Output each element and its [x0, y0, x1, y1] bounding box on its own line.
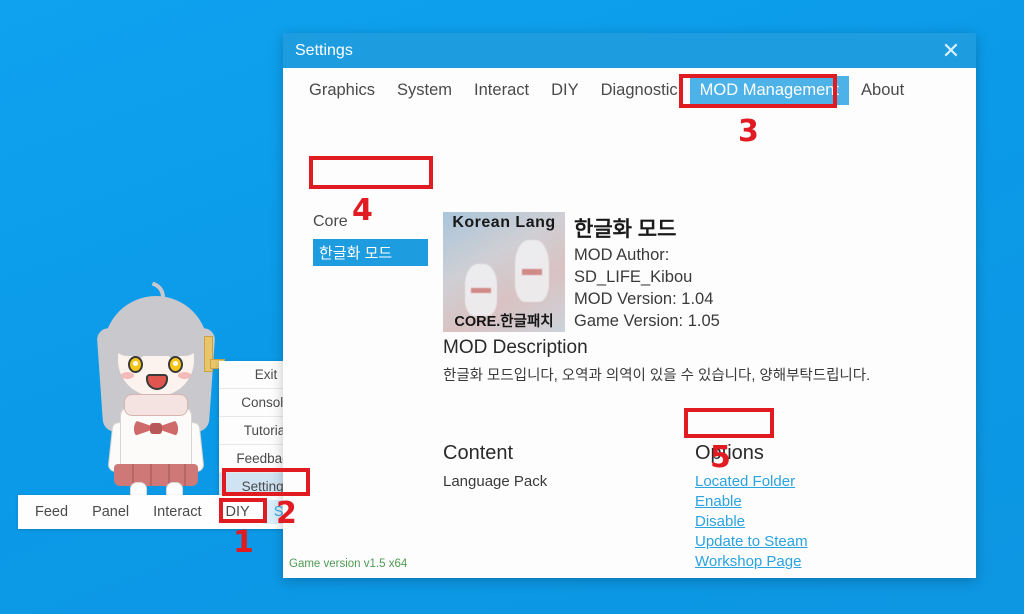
- thumbnail-bottom-text: CORE.한글패치: [454, 314, 554, 330]
- tab-system[interactable]: System: [387, 76, 462, 105]
- mod-description-heading: MOD Description: [443, 337, 588, 358]
- pet-character-sprite[interactable]: [88, 281, 225, 524]
- content-item-language-pack: Language Pack: [443, 473, 548, 490]
- tab-diagnostic[interactable]: Diagnostic: [591, 76, 688, 105]
- tab-about[interactable]: About: [851, 76, 914, 105]
- window-titlebar: Settings ✕: [283, 33, 976, 68]
- taskbar-item-diy[interactable]: DIY: [215, 500, 261, 524]
- option-link-workshop-page[interactable]: Workshop Page: [695, 553, 808, 570]
- taskbar-item-panel[interactable]: Panel: [81, 500, 140, 524]
- character-collar: [124, 394, 188, 416]
- character-skirt-pleat: [184, 464, 186, 486]
- option-link-update-to-steam[interactable]: Update to Steam: [695, 533, 808, 550]
- mod-version: MOD Version: 1.04: [574, 290, 714, 308]
- character-eye-left: [128, 356, 143, 373]
- tab-mod-management[interactable]: MOD Management: [689, 75, 850, 105]
- character-blush-right: [178, 372, 191, 379]
- mod-description-text: 한글화 모드입니다, 오역과 의역이 있을 수 있습니다, 양해부탁드립니다.: [443, 368, 871, 384]
- core-section-label: Core: [313, 213, 348, 230]
- character-blush-left: [121, 372, 134, 379]
- character-skirt-pleat: [150, 464, 152, 486]
- character-bangs: [112, 312, 200, 356]
- window-title: Settings: [295, 41, 353, 59]
- option-link-disable[interactable]: Disable: [695, 513, 808, 530]
- thumbnail-top-text: Korean Lang: [452, 214, 556, 231]
- taskbar-item-feed[interactable]: Feed: [24, 500, 79, 524]
- tab-graphics[interactable]: Graphics: [299, 76, 385, 105]
- mod-author-label: MOD Author:: [574, 246, 670, 264]
- tab-interact[interactable]: Interact: [464, 76, 539, 105]
- character-eye-right: [168, 356, 183, 373]
- mod-title: 한글화 모드: [574, 218, 677, 241]
- character-ribbon-knot: [150, 423, 162, 434]
- mod-game-version: Game Version: 1.05: [574, 312, 720, 330]
- character-key-accessory: [204, 336, 225, 372]
- content-section-heading: Content: [443, 442, 514, 464]
- close-icon[interactable]: ✕: [934, 36, 968, 66]
- option-link-enable[interactable]: Enable: [695, 493, 808, 510]
- mod-thumbnail: Korean Lang CORE.한글패치: [443, 212, 565, 332]
- taskbar-item-interact[interactable]: Interact: [142, 500, 212, 524]
- settings-window: Settings ✕ Graphics System Interact DIY …: [283, 33, 976, 578]
- thumbnail-figure: [515, 240, 549, 302]
- options-link-list: Located Folder Enable Disable Update to …: [695, 473, 808, 570]
- thumbnail-figure: [465, 264, 497, 316]
- tab-diy[interactable]: DIY: [541, 76, 589, 105]
- mod-list-item-korean[interactable]: 한글화 모드: [313, 239, 428, 266]
- mod-author-value: SD_LIFE_Kibou: [574, 268, 693, 286]
- option-link-located-folder[interactable]: Located Folder: [695, 473, 808, 490]
- mod-management-panel: Core 한글화 모드 Korean Lang CORE.한글패치 한글화 모드…: [283, 112, 976, 578]
- footer-game-version: Game version v1.5 x64: [289, 558, 408, 570]
- settings-tabbar: Graphics System Interact DIY Diagnostic …: [283, 68, 976, 112]
- options-section-heading: Options: [695, 442, 764, 464]
